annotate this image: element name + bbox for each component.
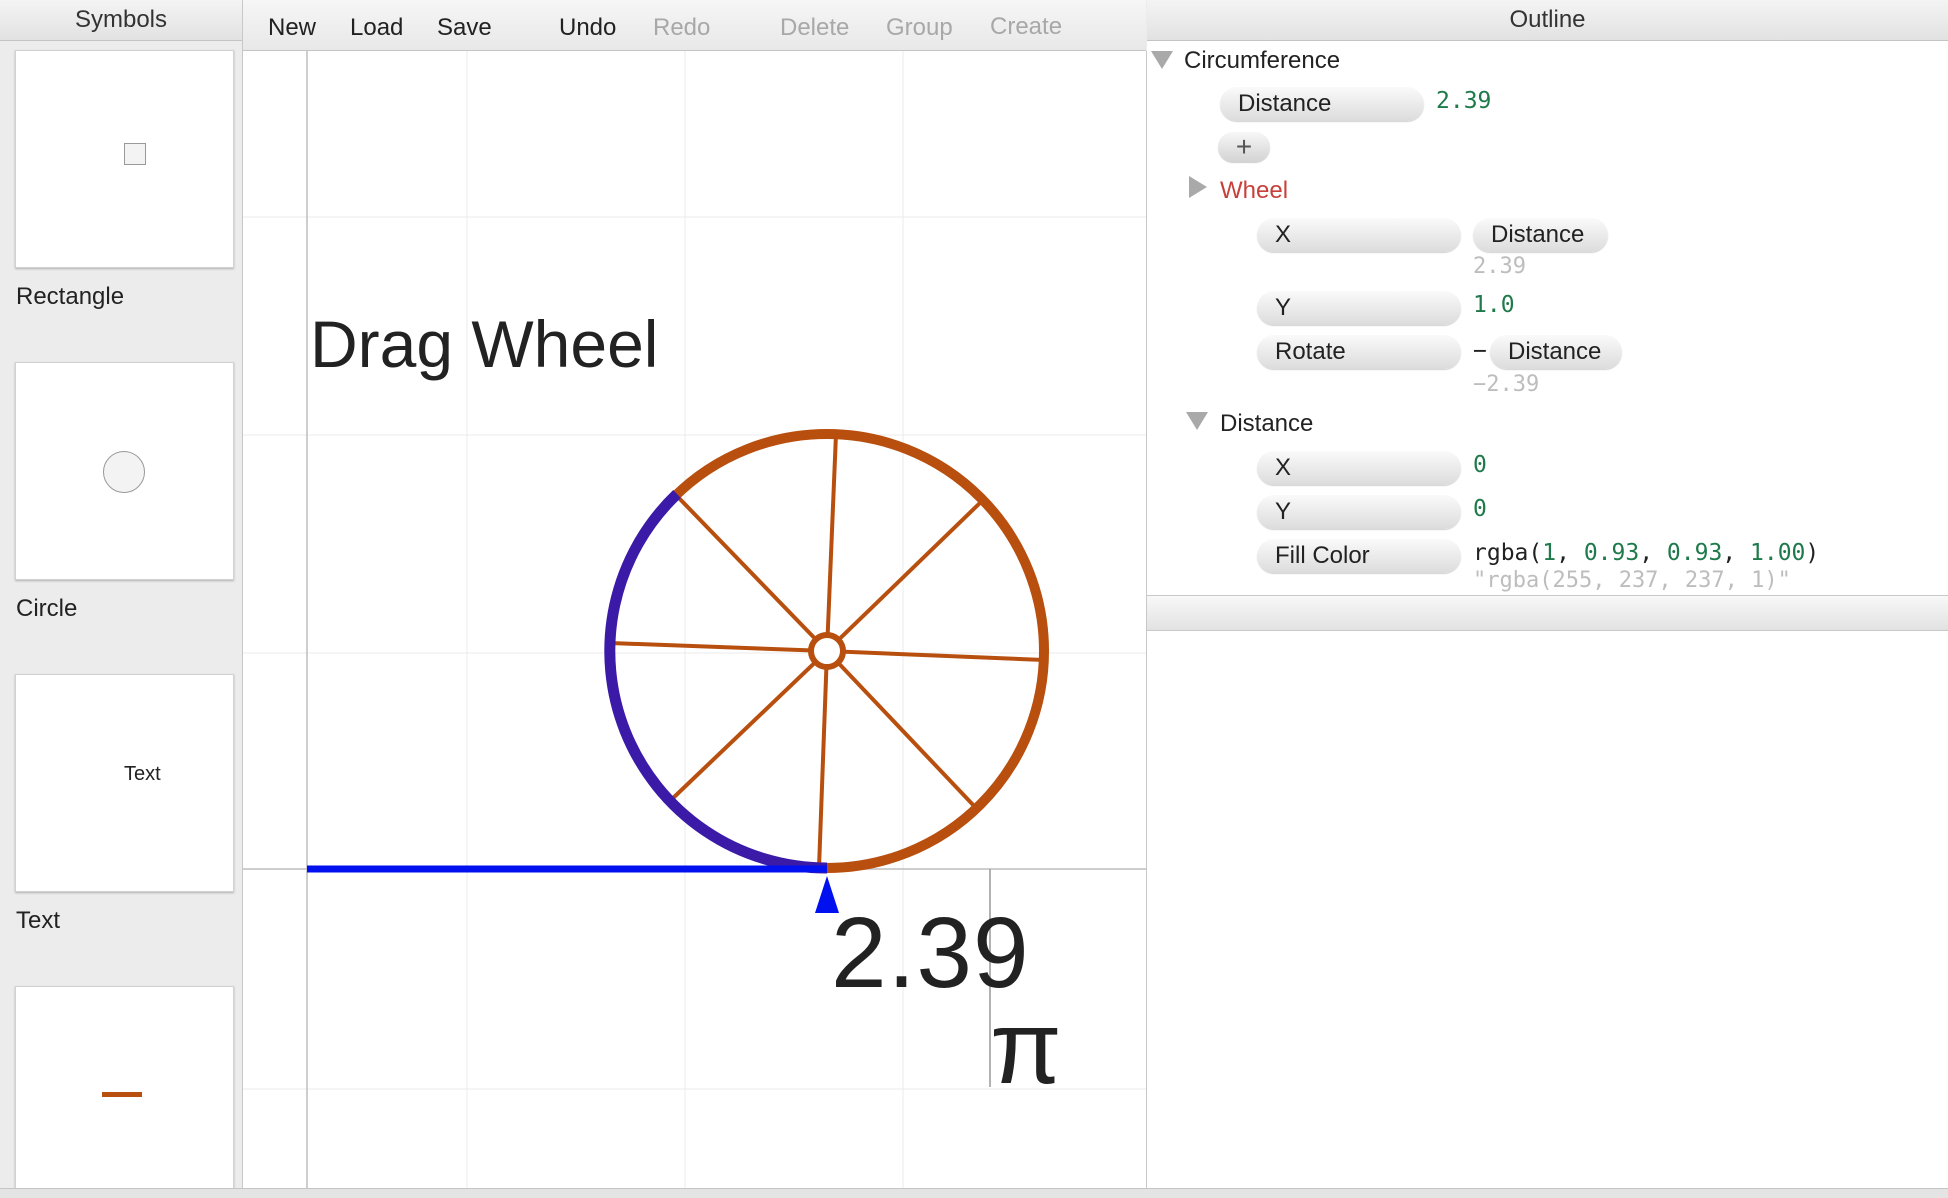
wheel-rotate-operator[interactable]: − — [1473, 338, 1487, 364]
wheel-x-pill[interactable]: X — [1257, 218, 1461, 252]
fill-suffix: ) — [1805, 540, 1820, 566]
fill-a: 1.00 — [1750, 540, 1806, 566]
collapse-circumference-icon[interactable] — [1151, 51, 1173, 69]
wheel-hub — [808, 632, 846, 670]
outline-wheel-name[interactable]: Wheel — [1220, 177, 1288, 205]
redo-button[interactable]: Redo — [653, 14, 710, 42]
fill-b: 0.93 — [1666, 540, 1723, 566]
wheel-y-value[interactable]: 1.0 — [1473, 292, 1515, 318]
symbol-rectangle-label: Rectangle — [16, 283, 125, 310]
wheel-x-ref-pill[interactable]: Distance — [1473, 218, 1608, 252]
delete-button[interactable]: Delete — [780, 14, 849, 42]
distance-fill-string: "rgba(255, 237, 237, 1)" — [1473, 568, 1791, 593]
wheel[interactable] — [604, 429, 1049, 874]
fill-prefix: rgba( — [1473, 540, 1543, 566]
symbols-header: Symbols — [0, 0, 242, 41]
wheel-rotate-computed: −2.39 — [1473, 372, 1540, 397]
add-param-button[interactable]: + — [1218, 132, 1270, 162]
distance-fill-pill[interactable]: Fill Color — [1257, 539, 1461, 573]
distance-x-value[interactable]: 0 — [1473, 452, 1487, 478]
wheel-y-pill[interactable]: Y — [1257, 291, 1461, 325]
group-button[interactable]: Group — [886, 14, 953, 42]
outline-distance-name[interactable]: Distance — [1220, 410, 1313, 438]
symbol-text-label: Text — [16, 907, 61, 934]
fill-g: 0.93 — [1583, 540, 1640, 566]
distance-y-value[interactable]: 0 — [1473, 496, 1487, 522]
pi-label[interactable]: π — [990, 996, 1062, 1100]
wheel-rotate-pill[interactable]: Rotate — [1257, 335, 1461, 369]
symbol-circle-label: Circle — [16, 595, 78, 622]
text-icon: Text — [124, 763, 161, 785]
outline-header: Outline — [1147, 0, 1948, 41]
fill-r: 1 — [1542, 540, 1557, 566]
collapse-distance-icon[interactable] — [1186, 412, 1208, 430]
new-button[interactable]: New — [268, 14, 316, 42]
canvas-title[interactable]: Drag Wheel — [310, 306, 658, 382]
distance-fill-value[interactable]: rgba(1, 0.93, 0.93, 1.00) — [1473, 540, 1819, 566]
symbol-rectangle-card[interactable] — [15, 50, 234, 268]
load-button[interactable]: Load — [350, 14, 403, 42]
wheel-rotate-ref-pill[interactable]: Distance — [1490, 335, 1622, 369]
outline-root-name[interactable]: Circumference — [1184, 47, 1340, 75]
symbol-circle-card[interactable] — [15, 362, 234, 580]
symbol-text-card[interactable]: Text — [15, 674, 234, 892]
line-icon — [102, 1092, 142, 1097]
symbol-line-card[interactable] — [15, 986, 234, 1198]
distance-x-pill[interactable]: X — [1257, 451, 1461, 485]
circle-icon — [103, 451, 145, 493]
toolbar: New Load Save Undo Redo Delete Group Cre… — [243, 0, 1146, 77]
drawing-canvas[interactable]: Drag Wheel 2.39 π — [243, 51, 1147, 1189]
wheel-x-computed: 2.39 — [1473, 254, 1526, 279]
param-distance-pill[interactable]: Distance — [1220, 87, 1424, 121]
save-button[interactable]: Save — [437, 14, 492, 42]
symbols-panel: Symbols Rectangle Circle Text Text — [0, 0, 243, 1198]
expand-wheel-icon[interactable] — [1189, 176, 1207, 198]
undo-button[interactable]: Undo — [559, 14, 616, 42]
param-distance-value[interactable]: 2.39 — [1436, 88, 1491, 114]
outline-splitter[interactable] — [1147, 595, 1948, 631]
distance-y-pill[interactable]: Y — [1257, 495, 1461, 529]
rectangle-icon — [124, 143, 146, 165]
